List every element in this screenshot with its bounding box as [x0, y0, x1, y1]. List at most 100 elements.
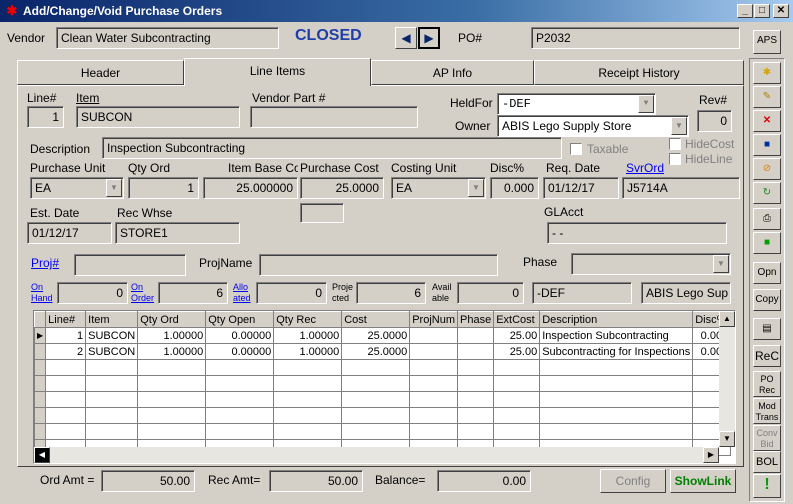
purchase-cost-field[interactable]: 25.0000	[300, 177, 384, 199]
item-base-cost-field[interactable]: 25.000000	[203, 177, 298, 199]
void-button[interactable]: ⊘	[753, 158, 781, 180]
vertical-scrollbar[interactable]: ▲ ▼	[719, 311, 735, 447]
table-cell[interactable]	[45, 391, 87, 408]
table-cell[interactable]	[457, 359, 495, 376]
table-cell[interactable]	[273, 391, 343, 408]
next-po-button[interactable]: ▶	[418, 27, 440, 49]
opn-button[interactable]: Opn	[753, 262, 781, 284]
table-cell[interactable]	[205, 407, 275, 424]
showlink-button[interactable]: ShowLink	[670, 469, 736, 493]
table-cell[interactable]: SUBCON	[85, 343, 139, 360]
table-cell[interactable]: 25.00	[493, 343, 541, 360]
table-cell[interactable]	[539, 391, 694, 408]
table-cell[interactable]	[137, 407, 207, 424]
owner-select[interactable]: ABIS Lego Supply Store ▼	[497, 115, 689, 137]
table-cell[interactable]: 25.00	[493, 327, 541, 344]
table-cell[interactable]: 1.00000	[137, 327, 207, 344]
description-field[interactable]: Inspection Subcontracting	[102, 137, 562, 159]
table-cell[interactable]	[457, 407, 495, 424]
maximize-button[interactable]: □	[754, 4, 770, 18]
table-cell[interactable]: 25.0000	[341, 343, 411, 360]
on-order-link[interactable]: On Order	[131, 282, 154, 304]
table-cell[interactable]	[409, 343, 459, 360]
purchase-unit-select[interactable]: EA ▼	[30, 177, 124, 199]
table-cell[interactable]	[493, 423, 541, 440]
table-cell[interactable]	[45, 423, 87, 440]
table-cell[interactable]	[137, 375, 207, 392]
table-cell[interactable]	[539, 423, 694, 440]
column-header[interactable]: Qty Ord	[137, 311, 207, 328]
glacct-field[interactable]: - -	[547, 222, 727, 244]
table-cell[interactable]	[45, 359, 87, 376]
table-cell[interactable]	[137, 359, 207, 376]
table-cell[interactable]: 0.00000	[205, 343, 275, 360]
column-header[interactable]: Item	[85, 311, 139, 328]
rec-whse-field[interactable]: STORE1	[115, 222, 240, 244]
table-row[interactable]	[34, 375, 732, 392]
est-date-field[interactable]: 01/12/17	[27, 222, 112, 244]
available-field[interactable]: 0	[457, 282, 524, 304]
table-cell[interactable]	[457, 391, 495, 408]
conv-bid-button[interactable]: Conv Bid	[753, 425, 781, 451]
table-cell[interactable]	[205, 359, 275, 376]
table-cell[interactable]	[85, 407, 139, 424]
table-cell[interactable]: 25.0000	[341, 327, 411, 344]
on-order-field[interactable]: 6	[158, 282, 228, 304]
table-cell[interactable]	[205, 375, 275, 392]
on-hand-field[interactable]: 0	[57, 282, 128, 304]
table-cell[interactable]	[85, 423, 139, 440]
table-cell[interactable]	[409, 391, 459, 408]
table-cell[interactable]	[341, 359, 411, 376]
taxable-checkbox[interactable]	[570, 143, 582, 155]
column-header[interactable]: ExtCost	[493, 311, 541, 328]
hidecost-checkbox[interactable]	[669, 138, 681, 150]
save-button[interactable]: ■	[753, 134, 781, 156]
table-cell[interactable]	[85, 391, 139, 408]
qty-ord-field[interactable]: 1	[128, 177, 199, 199]
item-label[interactable]: Item	[76, 91, 99, 105]
table-cell[interactable]	[137, 423, 207, 440]
copy-button[interactable]: Copy	[753, 289, 781, 311]
table-cell[interactable]	[273, 359, 343, 376]
table-cell[interactable]	[457, 343, 495, 360]
table-cell[interactable]	[409, 423, 459, 440]
table-cell[interactable]	[539, 407, 694, 424]
table-cell[interactable]	[85, 375, 139, 392]
table-cell[interactable]	[493, 359, 541, 376]
costing-unit-select[interactable]: EA ▼	[391, 177, 486, 199]
table-cell[interactable]	[273, 407, 343, 424]
po-number-field[interactable]: P2032	[531, 27, 740, 49]
table-row[interactable]: 2 SUBCON 1.00000 0.00000 1.00000 25.0000 25.00…	[34, 343, 732, 360]
vendor-field[interactable]: Clean Water Subcontracting	[56, 27, 279, 49]
tab-header[interactable]: Header	[17, 60, 184, 85]
scroll-left-icon[interactable]: ◀	[34, 447, 50, 463]
table-cell[interactable]	[457, 375, 495, 392]
table-cell[interactable]: 1.00000	[273, 343, 343, 360]
table-cell[interactable]: SUBCON	[85, 327, 139, 344]
table-cell[interactable]	[539, 359, 694, 376]
delete-button[interactable]: ✕	[753, 110, 781, 132]
table-cell[interactable]: 1	[45, 327, 87, 344]
disc-field[interactable]: 0.000	[490, 177, 539, 199]
proj-link[interactable]: Proj#	[31, 256, 59, 270]
table-cell[interactable]: 0.00000	[205, 327, 275, 344]
line-number-field[interactable]: 1	[27, 106, 64, 128]
phase-select[interactable]: ▼	[571, 253, 731, 275]
column-header[interactable]: Phase	[457, 311, 495, 328]
folder-button[interactable]: ■	[753, 232, 781, 254]
heldfor-select[interactable]: -DEF ▼	[497, 93, 656, 115]
rec-button[interactable]: ReC	[753, 345, 781, 367]
table-cell[interactable]	[341, 407, 411, 424]
table-row[interactable]	[34, 407, 732, 424]
table-cell[interactable]	[85, 359, 139, 376]
svrord-field[interactable]: J5714A	[622, 177, 740, 199]
inventory-whse-field[interactable]: -DEF	[532, 282, 632, 304]
table-cell[interactable]: 1.00000	[137, 343, 207, 360]
prev-po-button[interactable]: ◀	[395, 27, 417, 49]
table-cell[interactable]: 2	[45, 343, 87, 360]
table-cell[interactable]	[341, 391, 411, 408]
column-header[interactable]: Cost	[341, 311, 411, 328]
table-cell[interactable]	[45, 407, 87, 424]
table-cell[interactable]	[341, 423, 411, 440]
table-cell[interactable]	[409, 359, 459, 376]
